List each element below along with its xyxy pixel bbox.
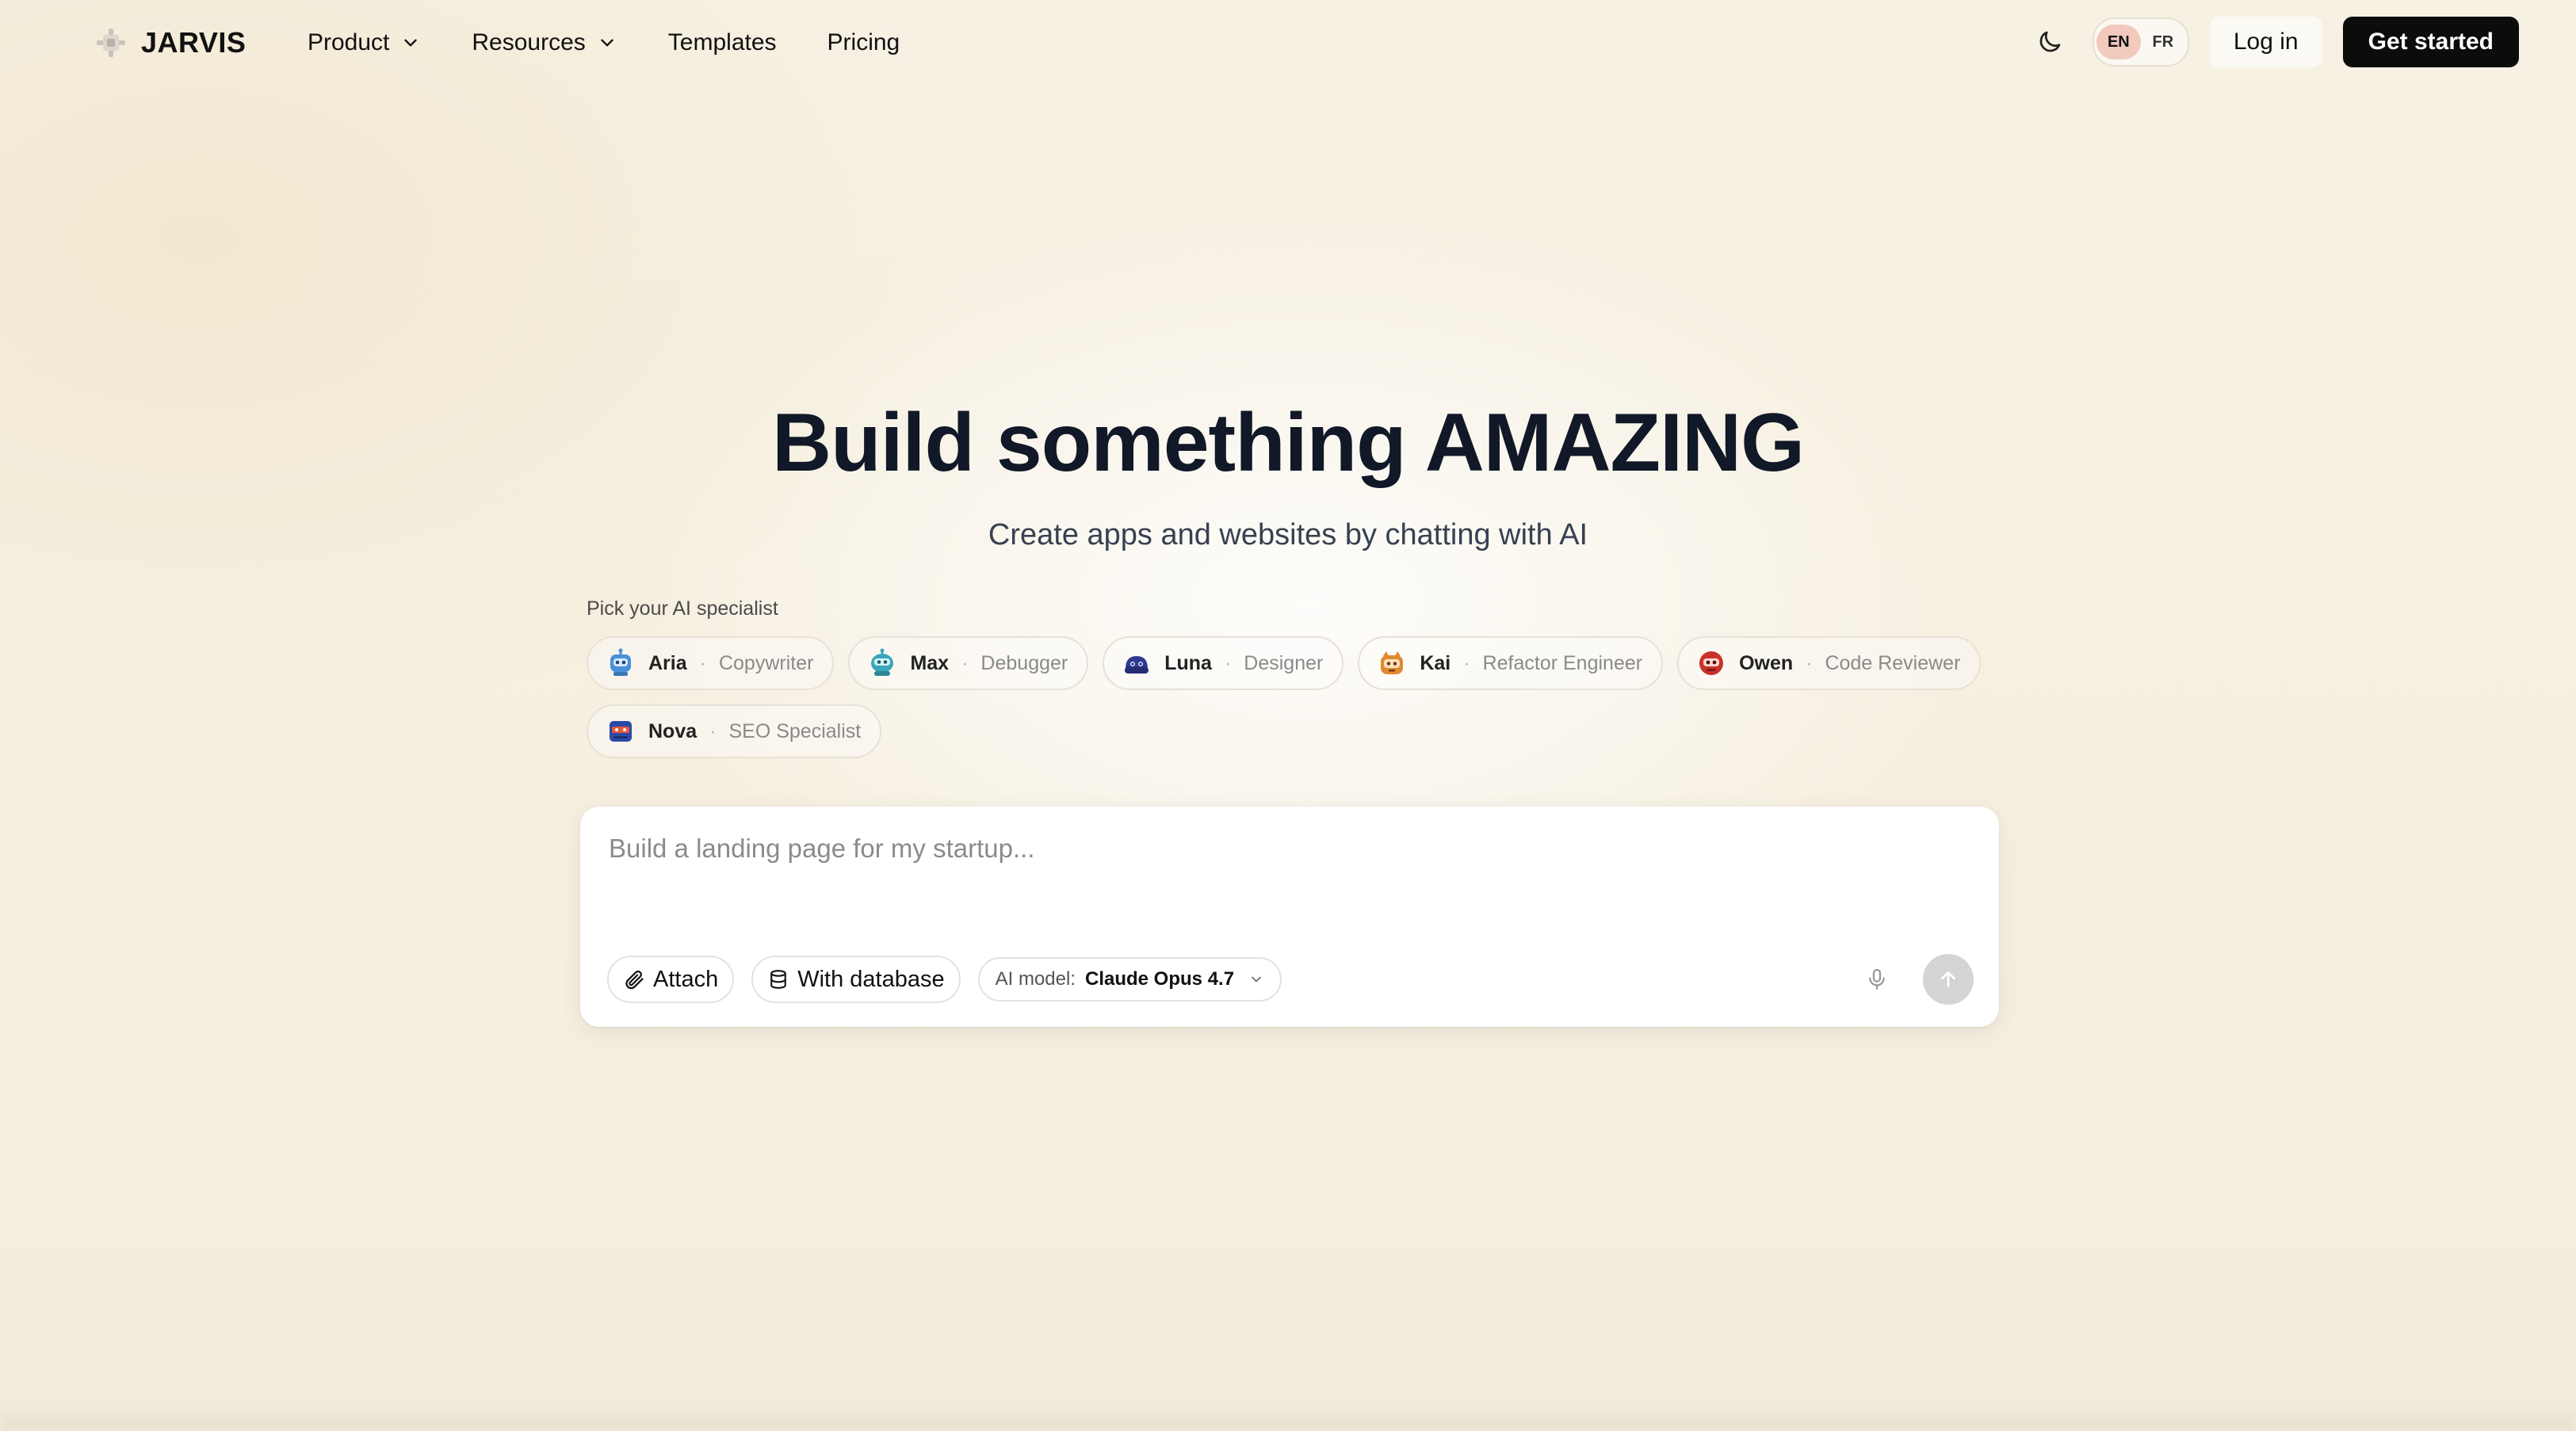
database-icon [770,970,787,989]
specialist-picker: Pick your AI specialist Aria · Copywrite… [587,597,1997,758]
language-toggle: EN FR [2092,17,2189,67]
chevron-down-icon [404,39,418,47]
specialist-role: Designer [1244,651,1324,674]
specialist-role: SEO Specialist [728,719,862,742]
specialist-name: Owen [1739,651,1794,674]
microphone-button[interactable] [1856,959,1898,1000]
prompt-input[interactable] [607,832,1958,899]
nav-templates[interactable]: Templates [668,29,777,56]
login-button[interactable]: Log in [2209,17,2322,67]
separator: · [1224,651,1232,674]
with-database-button[interactable]: With database [751,956,961,1003]
specialist-role: Copywriter [718,651,814,674]
specialist-chip-aria[interactable]: Aria · Copywriter [587,636,835,690]
top-nav: JARVIS Product Resources Templates Prici… [0,0,2576,84]
with-database-label: With database [797,966,945,992]
robot-avatar-indigo-icon [606,716,636,746]
robot-avatar-orange-icon [1377,648,1407,678]
lang-en-button[interactable]: EN [2096,25,2141,59]
nav-product-label: Product [308,29,390,55]
specialist-name: Max [910,651,950,674]
ai-model-label: AI model: [995,968,1076,990]
separator: · [1806,651,1813,674]
specialist-chip-kai[interactable]: Kai · Refactor Engineer [1358,636,1664,690]
specialist-role: Debugger [980,651,1068,674]
paperclip-icon [625,970,644,990]
microphone-icon [1869,968,1885,990]
moon-icon [2039,31,2061,52]
specialist-name: Aria [648,651,687,674]
specialist-role: Code Reviewer [1825,651,1961,674]
nav-pricing[interactable]: Pricing [827,29,900,56]
nav-actions: EN FR Log in Get started [2028,16,2519,68]
separator: · [699,651,706,674]
brand-name: JARVIS [141,26,247,59]
prompt-toolbar: Attach With database AI model: Claude Op… [607,954,1974,1005]
specialist-name: Kai [1420,651,1451,674]
separator: · [1463,651,1470,674]
specialist-chip-owen[interactable]: Owen · Code Reviewer [1677,636,1982,690]
specialist-role: Refactor Engineer [1482,651,1643,674]
hero-subtitle: Create apps and websites by chatting wit… [988,518,1588,551]
separator: · [709,719,717,742]
attach-button[interactable]: Attach [607,956,735,1003]
ai-model-value: Claude Opus 4.7 [1085,968,1235,990]
bottom-shade [0,1402,2576,1431]
specialist-chip-nova[interactable]: Nova · SEO Specialist [587,704,882,758]
nav-product[interactable]: Product [308,29,421,56]
attach-label: Attach [653,966,719,992]
specialist-name: Nova [648,719,698,742]
jarvis-logo-icon [97,29,125,57]
robot-avatar-navy-icon [1122,648,1152,678]
specialist-chips: Aria · Copywriter Max · Debugger Luna · … [587,636,1997,758]
chevron-down-icon [601,39,613,47]
nav-resources-label: Resources [472,29,586,55]
hero-title: Build something AMAZING [772,397,1805,489]
specialist-picker-label: Pick your AI specialist [587,597,778,620]
ai-model-select[interactable]: AI model: Claude Opus 4.7 [977,957,1282,1002]
lang-fr-button[interactable]: FR [2141,25,2185,59]
arrow-up-icon [1941,971,1955,988]
nav-resources[interactable]: Resources [472,29,617,56]
specialist-chip-max[interactable]: Max · Debugger [848,636,1089,690]
specialist-name: Luna [1164,651,1212,674]
send-button[interactable] [1923,954,1974,1005]
get-started-button[interactable]: Get started [2342,17,2519,67]
robot-avatar-blue-icon [606,648,636,678]
nav-links: Product Resources Templates Pricing [308,24,950,62]
brand-logo[interactable]: JARVIS [94,24,246,62]
specialist-chip-luna[interactable]: Luna · Designer [1103,636,1344,690]
theme-toggle-button[interactable] [2028,20,2072,64]
chevron-down-icon [1252,976,1261,983]
robot-avatar-red-icon [1696,648,1726,678]
prompt-box: Attach With database AI model: Claude Op… [580,807,1999,1027]
separator: · [961,651,969,674]
robot-avatar-teal-icon [867,648,897,678]
